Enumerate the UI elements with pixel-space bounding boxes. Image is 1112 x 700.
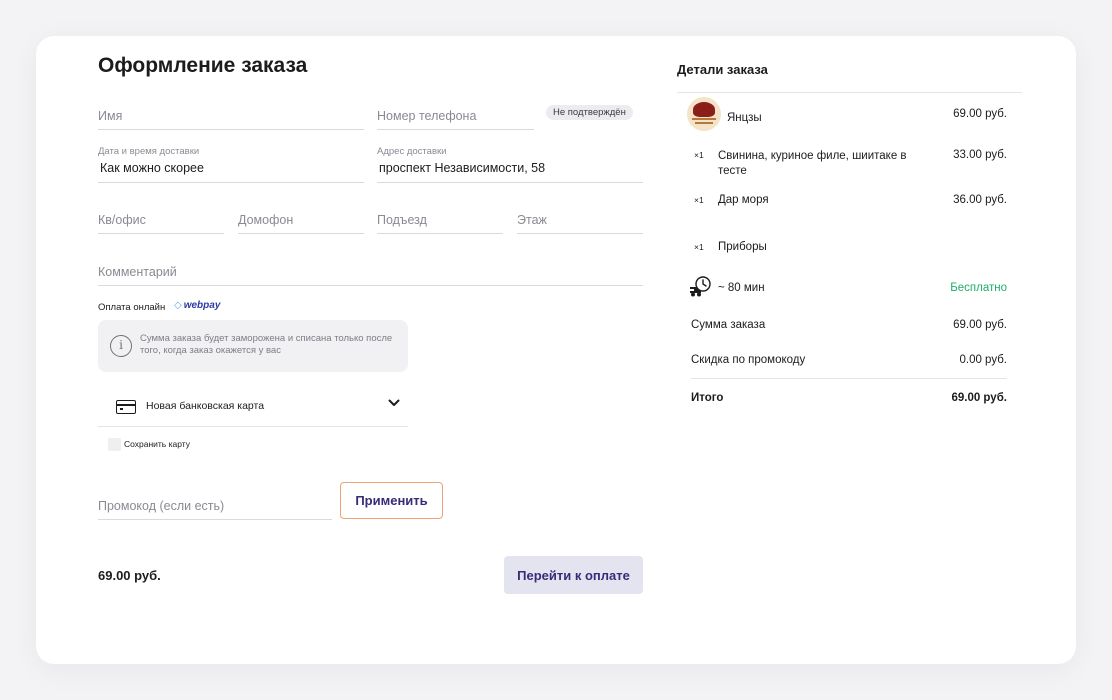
address-field[interactable]: Адрес доставки проспект Независимости, 5… xyxy=(377,146,643,183)
intercom-placeholder: Домофон xyxy=(238,213,294,227)
credit-card-icon xyxy=(116,400,136,414)
item-price: 36.00 руб. xyxy=(953,194,1007,206)
address-label: Адрес доставки xyxy=(377,146,447,157)
subtotal-value: 69.00 руб. xyxy=(953,319,1007,331)
webpay-logo-text: webpay xyxy=(183,300,221,311)
entrance-field[interactable]: Подъезд xyxy=(377,211,503,234)
page-title: Оформление заказа xyxy=(98,54,308,77)
total-value: 69.00 руб. xyxy=(951,392,1007,404)
name-field[interactable]: Имя xyxy=(98,108,364,130)
promo-code-placeholder: Промокод (если есть) xyxy=(98,499,225,513)
restaurant-logo xyxy=(687,97,721,131)
total-label: Итого xyxy=(691,392,724,404)
address-value: проспект Независимости, 58 xyxy=(379,161,546,175)
turtle-icon xyxy=(693,102,715,117)
apply-promo-button[interactable]: Применить xyxy=(340,482,443,519)
item-name: Свинина, куриное филе, шиитаке в тесте xyxy=(718,150,907,177)
proceed-to-payment-button[interactable]: Перейти к оплате xyxy=(504,556,643,594)
details-title: Детали заказа xyxy=(677,62,768,77)
floor-placeholder: Этаж xyxy=(517,213,547,227)
comment-placeholder: Комментарий xyxy=(98,265,177,279)
restaurant-price: 69.00 руб. xyxy=(953,108,1007,120)
item-qty: ×1 xyxy=(694,195,704,205)
details-divider xyxy=(677,92,1022,93)
delivery-truck-clock-icon xyxy=(690,276,711,297)
phone-status-badge: Не подтверждён xyxy=(546,105,633,120)
subtotal-label: Сумма заказа xyxy=(691,319,766,331)
discount-label: Скидка по промокоду xyxy=(691,354,806,366)
discount-value: 0.00 руб. xyxy=(959,354,1007,366)
webpay-logo: ◇ webpay xyxy=(174,300,220,311)
promo-code-field[interactable]: Промокод (если есть) xyxy=(98,498,332,520)
apartment-placeholder: Кв/офис xyxy=(98,213,146,227)
comment-field[interactable]: Комментарий xyxy=(98,262,643,286)
floor-field[interactable]: Этаж xyxy=(517,211,643,234)
payment-info-text: Сумма заказа будет заморожена и списана … xyxy=(140,333,393,356)
webpay-diamond-icon: ◇ xyxy=(174,300,182,311)
item-qty: ×1 xyxy=(694,150,704,160)
delivery-price: Бесплатно xyxy=(950,282,1007,294)
apartment-field[interactable]: Кв/офис xyxy=(98,211,224,234)
card-option-label: Новая банковская карта xyxy=(146,400,265,412)
chevron-down-icon xyxy=(388,399,400,407)
total-divider xyxy=(691,378,1007,379)
delivery-time-value: Как можно скорее xyxy=(100,161,204,175)
save-card-checkbox[interactable] xyxy=(108,438,121,451)
save-card-label: Сохранить карту xyxy=(124,439,191,449)
footer-total: 69.00 руб. xyxy=(98,568,161,583)
phone-field[interactable]: Номер телефона xyxy=(377,108,534,130)
delivery-time: ~ 80 мин xyxy=(718,282,765,294)
item-name: Приборы xyxy=(718,241,767,253)
delivery-time-label: Дата и время доставки xyxy=(98,146,200,157)
name-placeholder: Имя xyxy=(98,109,123,123)
item-name: Дар моря xyxy=(718,194,769,206)
phone-placeholder: Номер телефона xyxy=(377,109,477,123)
intercom-field[interactable]: Домофон xyxy=(238,211,364,234)
item-price: 33.00 руб. xyxy=(953,149,1007,161)
card-select[interactable]: Новая банковская карта xyxy=(98,388,408,427)
entrance-placeholder: Подъезд xyxy=(377,213,427,227)
checkout-card: Оформление заказа Имя Номер телефона Не … xyxy=(36,36,1076,664)
delivery-time-field[interactable]: Дата и время доставки Как можно скорее xyxy=(98,146,364,183)
payment-label: Оплата онлайн xyxy=(98,302,166,313)
info-icon: i xyxy=(110,335,132,357)
payment-info-box: i Сумма заказа будет заморожена и списан… xyxy=(98,320,408,372)
item-qty: ×1 xyxy=(694,242,704,252)
restaurant-name: Янцзы xyxy=(727,112,762,124)
